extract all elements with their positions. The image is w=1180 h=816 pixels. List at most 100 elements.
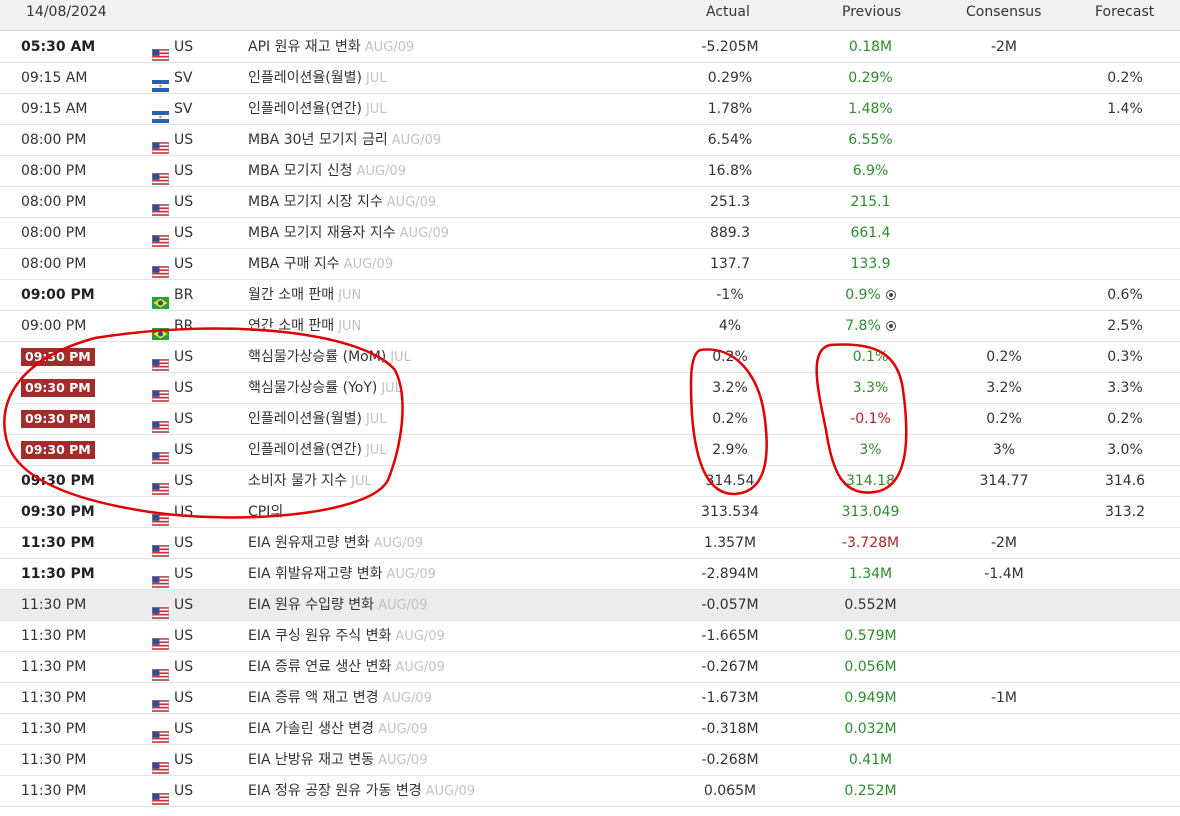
event-title[interactable]: MBA 30년 모기지 금리: [248, 132, 388, 148]
table-row[interactable]: 09:30 PM US 인플레이션율(연간) JUL 2.9% 3% 3% 3.0%: [0, 435, 1180, 466]
event-title[interactable]: 인플레이션율(연간): [248, 101, 362, 117]
event-title[interactable]: EIA 쿠싱 원유 주식 변화: [248, 628, 391, 644]
event-name-link[interactable]: MBA 모기지 재융자 지수 AUG/09: [248, 218, 449, 249]
event-title[interactable]: 연간 소매 판매: [248, 318, 334, 334]
event-title[interactable]: EIA 원유재고량 변화: [248, 535, 370, 551]
table-row[interactable]: 11:30 PM US EIA 증류 액 재고 변경 AUG/09 -1.673M 0.9…: [0, 683, 1180, 714]
actual-value: -1.673M: [701, 690, 759, 706]
event-title[interactable]: EIA 증류 액 재고 변경: [248, 690, 379, 706]
event-title[interactable]: 인플레이션율(월별): [248, 411, 362, 427]
event-title[interactable]: 소비자 물가 지수: [248, 473, 347, 489]
table-row[interactable]: 09:00 PM BR 월간 소매 판매 JUN -1% 0.9% 0.6%: [0, 280, 1180, 311]
revised-icon[interactable]: [885, 290, 896, 300]
table-row[interactable]: 11:30 PM US EIA 원유재고량 변화 AUG/09 1.357M -3.728…: [0, 528, 1180, 559]
table-row[interactable]: 09:00 PM BR 연간 소매 판매 JUN 4% 7.8% 2.5%: [0, 311, 1180, 342]
us-flag-icon: [152, 228, 169, 247]
event-title[interactable]: 인플레이션율(연간): [248, 442, 362, 458]
consensus-column-header[interactable]: Consensus: [966, 4, 1041, 20]
previous-value-text: 314.18: [846, 473, 895, 489]
table-row[interactable]: 11:30 PM US EIA 정유 공장 원유 가동 변경 AUG/09 0.065M…: [0, 776, 1180, 807]
actual-value: 1.357M: [703, 535, 757, 551]
table-row[interactable]: 11:30 PM US EIA 원유 수입량 변화 AUG/09 -0.057M 0.55…: [0, 590, 1180, 621]
event-name-link[interactable]: EIA 난방유 재고 변동 AUG/09: [248, 745, 427, 776]
table-row[interactable]: 11:30 PM US EIA 증류 연료 생산 변화 AUG/09 -0.267M 0.…: [0, 652, 1180, 683]
event-name-link[interactable]: 인플레이션율(연간) JUL: [248, 94, 387, 125]
event-name-link[interactable]: 인플레이션율(연간) JUL: [248, 435, 387, 466]
event-title[interactable]: MBA 모기지 시장 지수: [248, 194, 383, 210]
event-name-link[interactable]: MBA 구매 지수 AUG/09: [248, 249, 393, 280]
actual-value: 1.78%: [707, 101, 753, 117]
event-name-link[interactable]: MBA 모기지 시장 지수 AUG/09: [248, 187, 436, 218]
event-title[interactable]: MBA 모기지 재융자 지수: [248, 225, 396, 241]
previous-column-header[interactable]: Previous: [842, 4, 901, 20]
event-title[interactable]: MBA 구매 지수: [248, 256, 340, 272]
event-name-link[interactable]: EIA 원유재고량 변화 AUG/09: [248, 528, 423, 559]
event-title[interactable]: EIA 증류 연료 생산 변화: [248, 659, 391, 675]
event-title[interactable]: 월간 소매 판매: [248, 287, 334, 303]
event-title[interactable]: EIA 가솔린 생산 변경: [248, 721, 374, 737]
previous-value: 3.3%: [833, 373, 908, 403]
event-name-link[interactable]: EIA 증류 액 재고 변경 AUG/09: [248, 683, 432, 714]
actual-column-header[interactable]: Actual: [706, 4, 750, 20]
event-title[interactable]: EIA 원유 수입량 변화: [248, 597, 374, 613]
table-row[interactable]: 08:00 PM US MBA 모기지 신청 AUG/09 16.8% 6.9%: [0, 156, 1180, 187]
event-name-link[interactable]: API 원유 재고 변화 AUG/09: [248, 32, 414, 63]
event-title[interactable]: 인플레이션율(월별): [248, 70, 362, 86]
forecast-column-header[interactable]: Forecast: [1095, 4, 1154, 20]
event-title[interactable]: API 원유 재고 변화: [248, 39, 361, 55]
table-row[interactable]: 05:30 AM US API 원유 재고 변화 AUG/09 -5.205M 0.18M…: [0, 32, 1180, 63]
country-code: US: [174, 163, 194, 179]
event-name-link[interactable]: EIA 원유 수입량 변화 AUG/09: [248, 590, 427, 621]
country-code: US: [174, 442, 194, 458]
event-name-link[interactable]: 소비자 물가 지수 JUL: [248, 466, 372, 497]
event-name-link[interactable]: 인플레이션율(월별) JUL: [248, 404, 387, 435]
us-flag-icon: [152, 352, 169, 371]
event-title[interactable]: EIA 난방유 재고 변동: [248, 752, 374, 768]
table-row[interactable]: 08:00 PM US MBA 구매 지수 AUG/09 137.7 133.9: [0, 249, 1180, 280]
table-row[interactable]: 09:30 PM US 핵심물가상승률 (YoY) JUL 3.2% 3.3% 3.2% 3.…: [0, 373, 1180, 404]
event-name-link[interactable]: 핵심물가상승률 (MoM) JUL: [248, 342, 411, 373]
revised-icon[interactable]: [885, 321, 896, 331]
sv-flag-icon: [152, 104, 169, 123]
event-name-link[interactable]: 연간 소매 판매 JUN: [248, 311, 361, 342]
table-row[interactable]: 08:00 PM US MBA 30년 모기지 금리 AUG/09 6.54% 6.55%: [0, 125, 1180, 156]
consensus-value: 3%: [992, 442, 1016, 458]
event-name-link[interactable]: 월간 소매 판매 JUN: [248, 280, 361, 311]
table-row[interactable]: 08:00 PM US MBA 모기지 재융자 지수 AUG/09 889.3 661.4: [0, 218, 1180, 249]
event-title[interactable]: 핵심물가상승률 (MoM): [248, 349, 386, 365]
table-row[interactable]: 08:00 PM US MBA 모기지 시장 지수 AUG/09 251.3 215.1: [0, 187, 1180, 218]
table-row[interactable]: 09:30 PM US 인플레이션율(월별) JUL 0.2% -0.1% 0.2% 0.2%: [0, 404, 1180, 435]
table-row[interactable]: 09:30 PM US 소비자 물가 지수 JUL 314.54 314.18 314.77…: [0, 466, 1180, 497]
country-code: US: [174, 39, 194, 55]
event-name-link[interactable]: EIA 쿠싱 원유 주식 변화 AUG/09: [248, 621, 445, 652]
actual-value: 0.2%: [712, 349, 748, 365]
previous-value-text: 6.55%: [848, 132, 893, 148]
event-time: 11:30 PM: [21, 566, 95, 582]
event-name-link[interactable]: 핵심물가상승률 (YoY) JUL: [248, 373, 402, 404]
event-name-link[interactable]: EIA 증류 연료 생산 변화 AUG/09: [248, 652, 445, 683]
event-name-link[interactable]: MBA 30년 모기지 금리 AUG/09: [248, 125, 441, 156]
event-title[interactable]: CPI의: [248, 504, 283, 520]
event-title[interactable]: EIA 휘발유재고량 변화: [248, 566, 383, 582]
previous-value-text: 133.9: [850, 256, 891, 272]
table-row[interactable]: 09:30 PM US CPI의 313.534 313.049 313.2: [0, 497, 1180, 528]
event-title[interactable]: 핵심물가상승률 (YoY): [248, 380, 377, 396]
table-row[interactable]: 11:30 PM US EIA 난방유 재고 변동 AUG/09 -0.268M 0.41…: [0, 745, 1180, 776]
event-name-link[interactable]: EIA 가솔린 생산 변경 AUG/09: [248, 714, 427, 745]
table-row[interactable]: 09:30 PM US 핵심물가상승률 (MoM) JUL 0.2% 0.1% 0.2% 0.…: [0, 342, 1180, 373]
event-name-link[interactable]: 인플레이션율(월별) JUL: [248, 63, 387, 94]
event-name-link[interactable]: EIA 휘발유재고량 변화 AUG/09: [248, 559, 436, 590]
event-name-link[interactable]: EIA 정유 공장 원유 가동 변경 AUG/09: [248, 776, 475, 807]
event-period: AUG/09: [343, 257, 394, 272]
event-name-link[interactable]: MBA 모기지 신청 AUG/09: [248, 156, 406, 187]
table-row[interactable]: 11:30 PM US EIA 가솔린 생산 변경 AUG/09 -0.318M 0.03…: [0, 714, 1180, 745]
table-row[interactable]: 09:15 AM SV 인플레이션율(월별) JUL 0.29% 0.29% 0.2%: [0, 63, 1180, 94]
table-row[interactable]: 09:15 AM SV 인플레이션율(연간) JUL 1.78% 1.48% 1.4%: [0, 94, 1180, 125]
table-row[interactable]: 11:30 PM US EIA 쿠싱 원유 주식 변화 AUG/09 -1.665M 0.…: [0, 621, 1180, 652]
table-row[interactable]: 11:30 PM US EIA 휘발유재고량 변화 AUG/09 -2.894M 1.34…: [0, 559, 1180, 590]
consensus-value: 0.2%: [986, 349, 1022, 365]
event-name-link[interactable]: CPI의: [248, 497, 287, 528]
event-title[interactable]: MBA 모기지 신청: [248, 163, 353, 179]
event-title[interactable]: EIA 정유 공장 원유 가동 변경: [248, 783, 422, 799]
country-code: US: [174, 566, 194, 582]
